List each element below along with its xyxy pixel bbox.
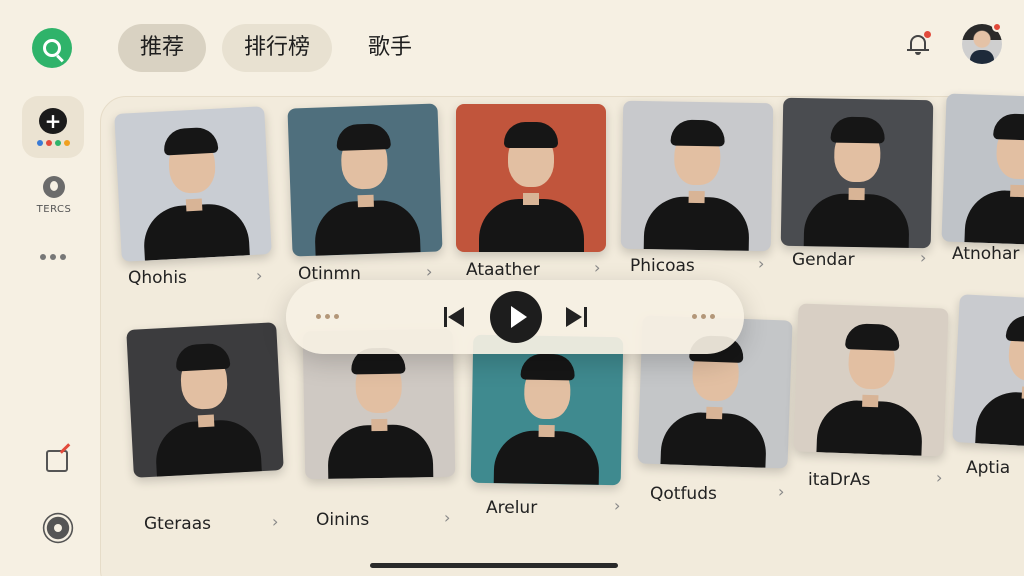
chevron-right-icon[interactable]: › [614, 496, 620, 515]
previous-track-icon[interactable] [444, 306, 466, 328]
apple-icon [43, 176, 65, 198]
artist-name[interactable]: Phicoas [630, 256, 695, 276]
chevron-right-icon[interactable]: › [426, 262, 432, 281]
sidebar: + TERCS [0, 0, 104, 576]
app-logo-icon[interactable] [32, 28, 72, 68]
chat-plus-icon: + [39, 108, 67, 134]
artist-name[interactable]: Oinins [316, 510, 369, 530]
artist-card[interactable] [456, 104, 606, 252]
artist-card[interactable] [114, 106, 272, 262]
artist-card[interactable] [126, 322, 284, 478]
next-track-icon[interactable] [566, 306, 588, 328]
chevron-right-icon[interactable]: › [256, 266, 262, 285]
artist-name[interactable]: Atnohar [952, 244, 1019, 264]
avatar-badge [992, 22, 1002, 32]
player-left-more-icon[interactable] [316, 314, 339, 319]
artist-card[interactable] [470, 334, 624, 486]
tab-recommend[interactable]: 推荐 [118, 24, 207, 72]
chevron-right-icon[interactable]: › [272, 512, 278, 531]
artist-name[interactable]: Gteraas [144, 514, 211, 534]
artist-name[interactable]: Qotfuds [650, 484, 717, 504]
artist-name[interactable]: Arelur [486, 498, 537, 518]
chevron-right-icon[interactable]: › [444, 508, 450, 527]
tab-charts[interactable]: 排行榜 [222, 24, 333, 72]
play-button[interactable] [490, 291, 542, 343]
artist-name[interactable]: Ataather [466, 260, 540, 280]
artist-card[interactable] [952, 294, 1024, 450]
artist-name[interactable]: Aptia [966, 458, 1010, 478]
artist-name[interactable]: itaDrAs [808, 470, 870, 490]
notification-bell-icon[interactable] [906, 31, 931, 56]
chevron-right-icon[interactable]: › [920, 248, 926, 267]
chat-add-button[interactable]: + [22, 96, 84, 158]
color-dots [36, 140, 70, 146]
player-right-more-icon[interactable] [692, 314, 715, 319]
mini-player [286, 280, 744, 354]
artist-card[interactable] [941, 93, 1024, 247]
artist-card[interactable] [287, 103, 443, 257]
more-icon[interactable] [40, 254, 66, 260]
artist-card[interactable] [620, 100, 774, 252]
sidebar-item-apple[interactable]: TERCS [30, 176, 78, 215]
sidebar-item-label: TERCS [36, 204, 72, 215]
artist-name[interactable]: Qhohis [128, 268, 187, 288]
chevron-right-icon[interactable]: › [594, 258, 600, 277]
artist-card[interactable] [793, 303, 949, 457]
artist-card[interactable] [780, 97, 934, 249]
chevron-right-icon[interactable]: › [936, 468, 942, 487]
artist-name[interactable]: Gendar [792, 250, 855, 270]
chevron-right-icon[interactable]: › [778, 482, 784, 501]
edit-icon[interactable] [46, 450, 68, 472]
tab-singers[interactable]: 歌手 [346, 24, 434, 72]
home-indicator [370, 563, 618, 568]
chevron-right-icon[interactable]: › [758, 254, 764, 273]
settings-gear-icon[interactable] [46, 516, 70, 540]
